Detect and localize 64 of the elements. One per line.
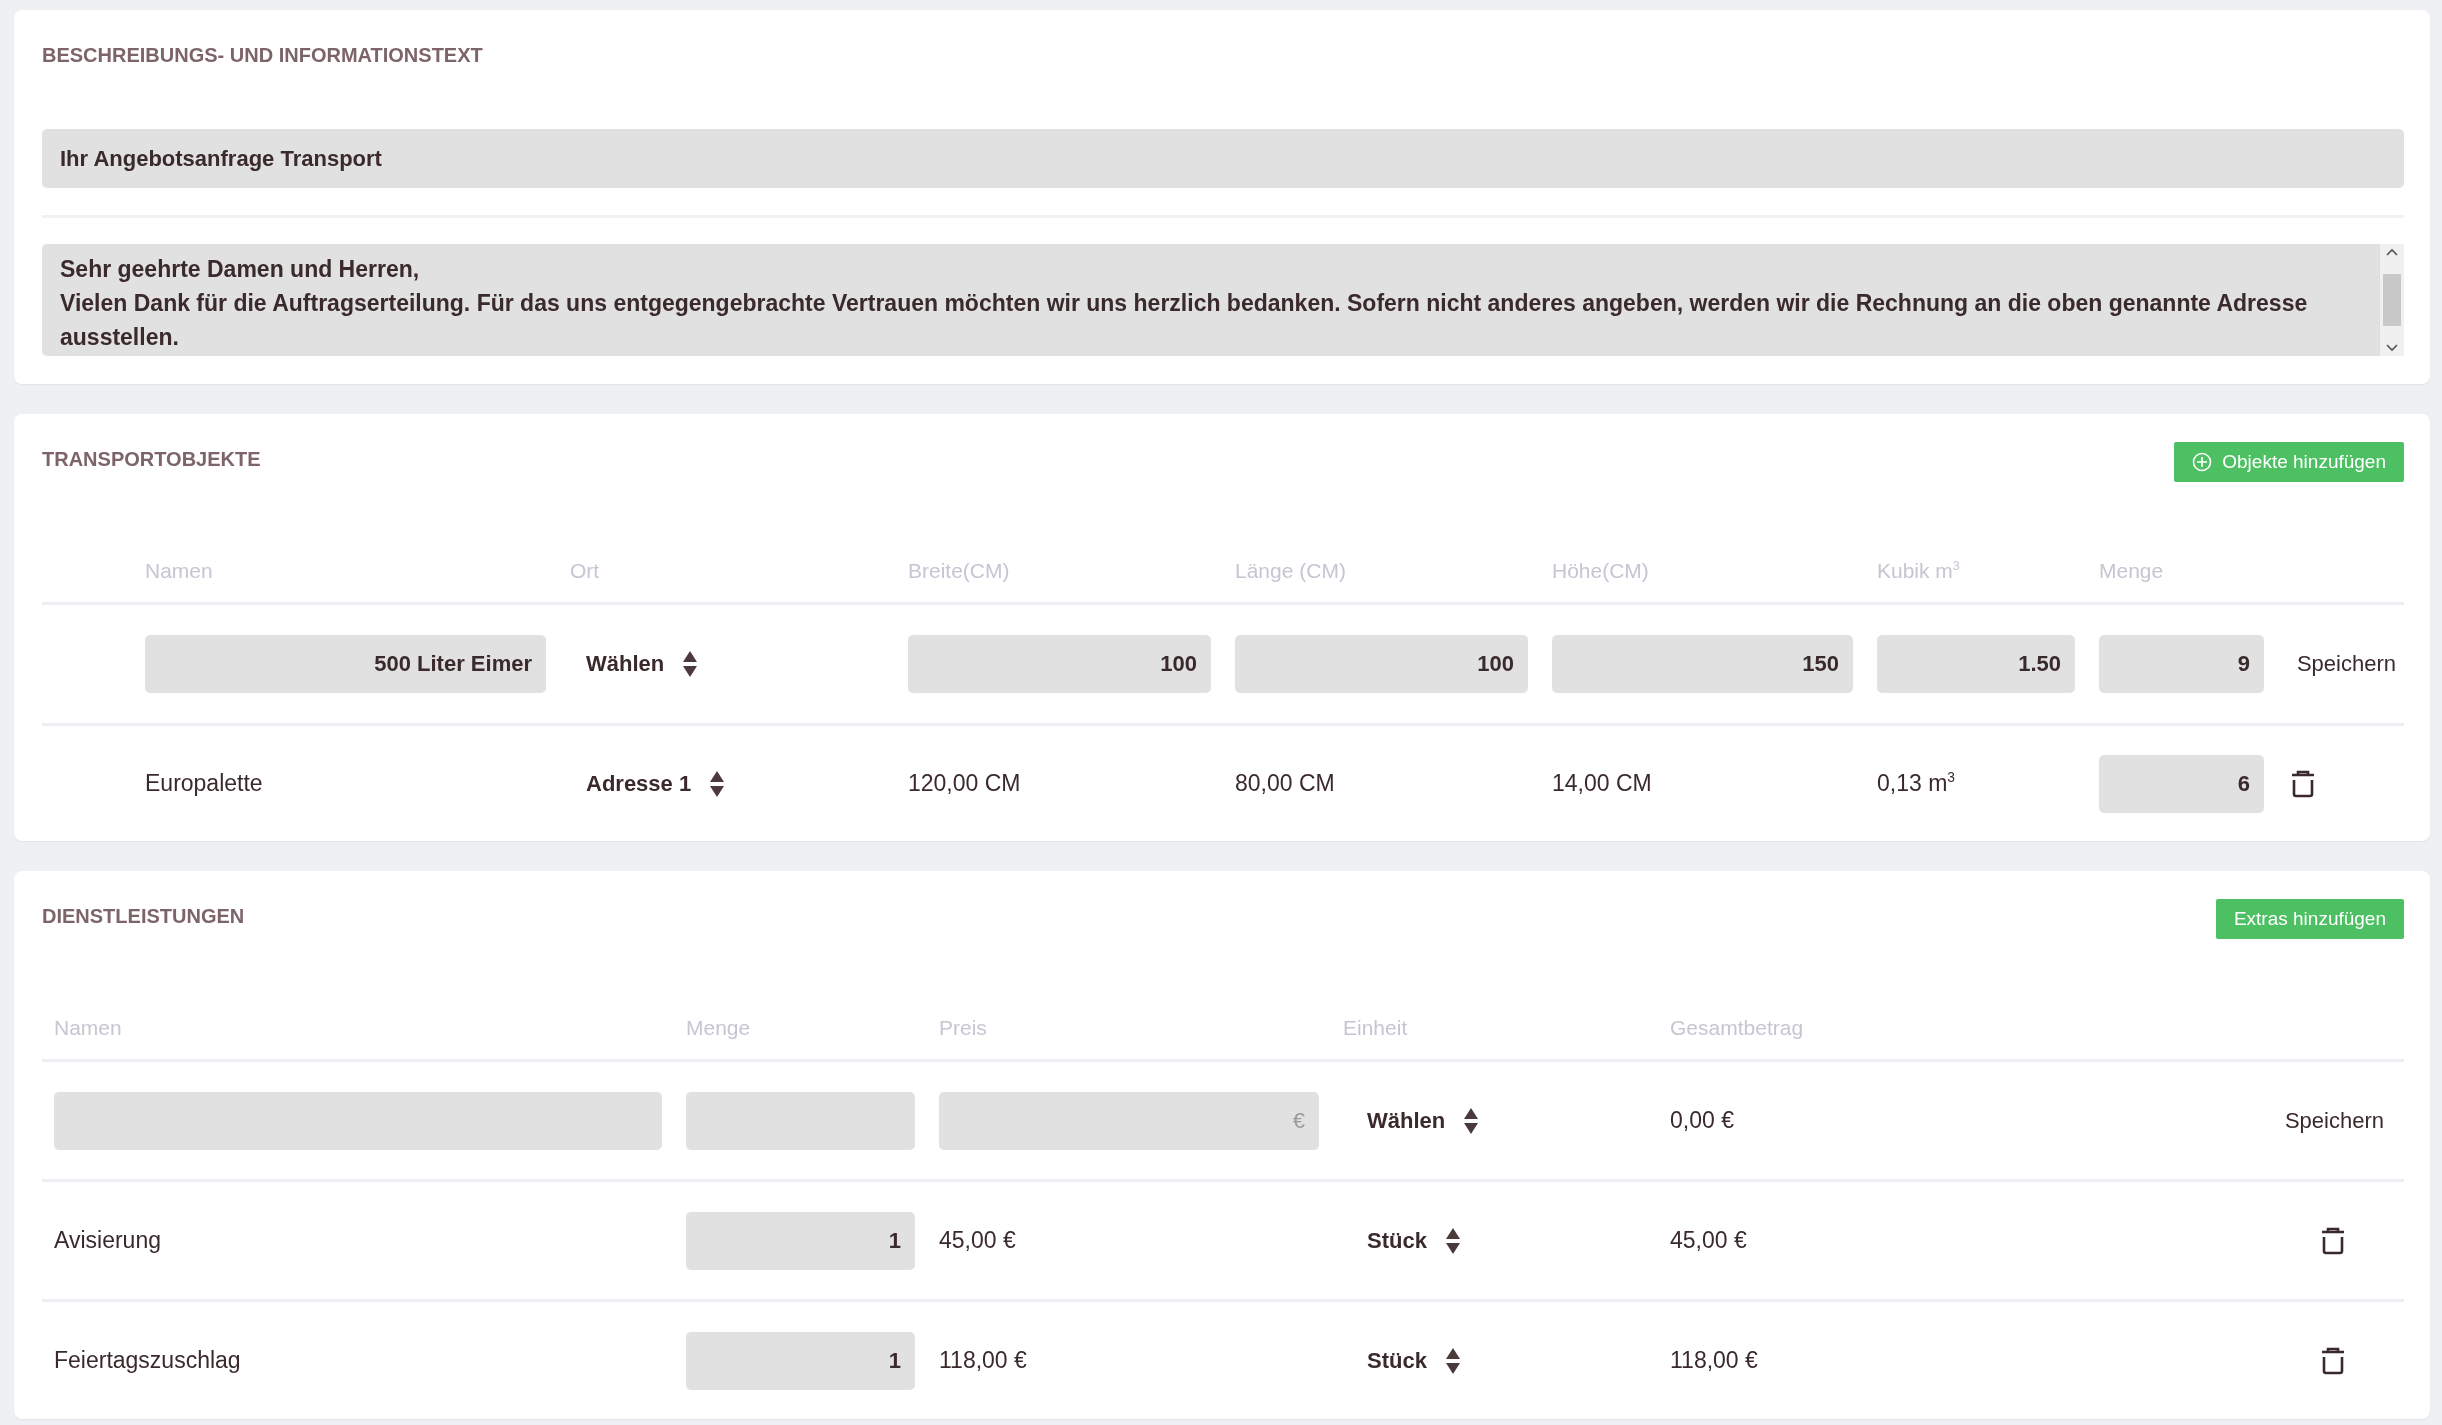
input-field[interactable] (54, 1091, 662, 1150)
trash-icon (2320, 1226, 2346, 1255)
unit-select[interactable]: Stück (1343, 1346, 1461, 1375)
table-cell-text: 80,00 CM (1235, 770, 1336, 797)
column-header: Einheit (1343, 1016, 1409, 1040)
table-cell-text: 0,00 € (1670, 1107, 1735, 1134)
column-header: Länge (CM) (1235, 559, 1347, 583)
save-link[interactable]: Speichern (2296, 651, 2404, 677)
subject-field[interactable]: Ihr Angebotsanfrage Transport (42, 129, 2404, 188)
sort-icon (1444, 1346, 1461, 1375)
input-field[interactable]: 100 (908, 635, 1211, 693)
scrollbar[interactable] (2379, 244, 2404, 356)
chevron-up-icon[interactable] (2386, 248, 2398, 256)
delete-button[interactable] (2320, 1226, 2346, 1255)
chevron-down-icon[interactable] (2386, 344, 2398, 352)
table-cell-text: Avisierung (54, 1227, 162, 1254)
sort-icon (1463, 1106, 1480, 1135)
section-heading: DIENSTLEISTUNGEN (42, 905, 245, 928)
input-field[interactable] (686, 1091, 915, 1150)
input-field[interactable]: 100 (1235, 635, 1528, 693)
message-text: Vielen Dank für die Auftragserteilung. Für das uns entgegengebrachte Vertrauen möchten wir uns herzlich bedanken. Sofern nicht anderes angeben, werden wir die Rechnung an die oben genannte Adresse ausstellen. (60, 289, 2309, 352)
column-header: Namen (54, 1016, 123, 1040)
column-header: Preis (939, 1016, 988, 1040)
input-field[interactable]: 9 (2099, 635, 2264, 693)
sort-icon (1444, 1226, 1461, 1255)
section-heading: TRANSPORTOBJEKTE (42, 448, 261, 471)
table-cell-text: 0,13 m$^{3}$ (1877, 770, 1956, 797)
message-text: Sehr geehrte Damen und Herren, (60, 255, 421, 284)
column-header: Ort (570, 559, 601, 583)
trash-icon (2320, 1346, 2346, 1375)
save-link[interactable]: Speichern (2284, 1107, 2404, 1134)
message-textarea[interactable] (42, 244, 2404, 356)
column-header: Menge (686, 1016, 752, 1040)
table-cell-text: 118,00 € (1670, 1347, 1759, 1374)
table-cell-text: 45,00 € (939, 1227, 1017, 1254)
table-cell-text: 118,00 € (939, 1347, 1028, 1374)
column-header: Menge (2099, 559, 2165, 583)
table-cell-text: 45,00 € (1670, 1227, 1748, 1254)
column-header: Gesamtbetrag (1670, 1016, 1805, 1040)
unit-select[interactable]: Wählen (1343, 1106, 1480, 1135)
delete-button[interactable] (2290, 769, 2316, 798)
input-field[interactable]: 150 (1552, 635, 1853, 693)
column-header: Namen (145, 559, 214, 583)
table-cell-text: Europalette (145, 770, 264, 797)
table-cell-text: 120,00 CM (908, 770, 1022, 797)
table-cell-text: 14,00 CM (1552, 770, 1653, 797)
plus-circle-icon (2192, 452, 2213, 472)
location-select[interactable]: Adresse 1 (570, 769, 726, 798)
delete-button[interactable] (2320, 1346, 2346, 1375)
sort-icon (682, 650, 699, 678)
input-field[interactable]: 1.50 (1877, 635, 2075, 693)
sort-icon (709, 769, 726, 798)
column-header: Kubik m$^{3}$ (1877, 559, 1961, 583)
input-field[interactable]: 1 (686, 1211, 915, 1270)
location-select[interactable]: Wählen (570, 650, 699, 678)
input-field[interactable]: 1 (686, 1331, 915, 1390)
table-cell-text: Feiertagszuschlag (54, 1347, 242, 1374)
input-field[interactable]: 500 Liter Eimer (145, 635, 546, 693)
input-field[interactable]: 6 (2099, 754, 2264, 813)
trash-icon (2290, 769, 2316, 798)
column-header: Höhe(CM) (1552, 559, 1650, 583)
section-heading: BESCHREIBUNGS- UND INFORMATIONSTEXT (42, 44, 484, 67)
unit-select[interactable]: Stück (1343, 1226, 1461, 1255)
column-header: Breite(CM) (908, 559, 1011, 583)
